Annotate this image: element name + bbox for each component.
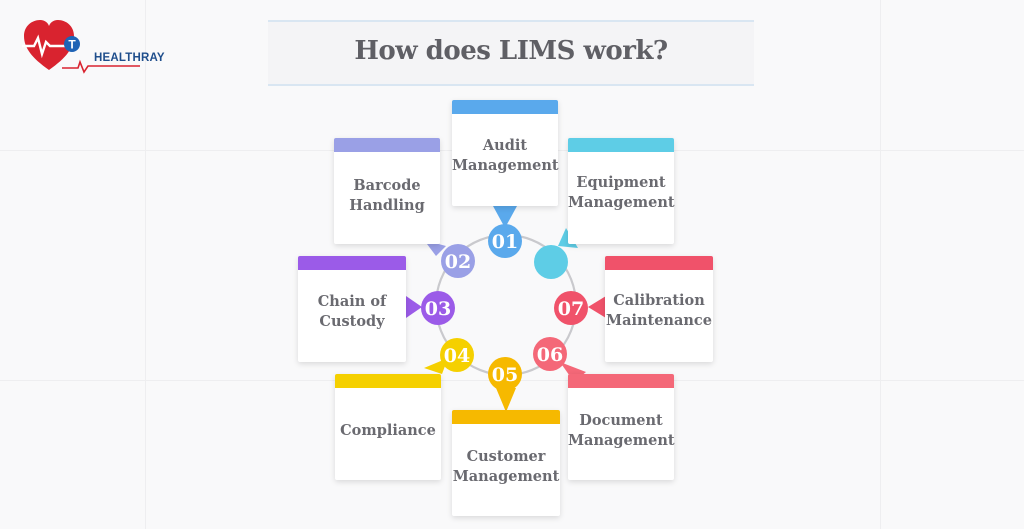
step-number-01: 01 — [488, 224, 522, 258]
lims-process-diagram: Audit Management Barcode Handling Chain … — [0, 0, 1024, 529]
svg-text:02: 02 — [445, 251, 471, 273]
step-number-08 — [534, 245, 568, 279]
svg-text:01: 01 — [492, 231, 518, 253]
step-number-02: 02 — [441, 244, 475, 278]
svg-text:04: 04 — [444, 345, 470, 367]
svg-text:05: 05 — [492, 364, 518, 386]
svg-text:07: 07 — [558, 298, 584, 320]
number-circles-svg: 01 02 03 04 05 06 07 — [421, 224, 588, 391]
step-number-06: 06 — [533, 337, 567, 371]
svg-text:06: 06 — [537, 344, 563, 366]
step-number-03: 03 — [421, 291, 455, 325]
step-number-05: 05 — [488, 357, 522, 391]
svg-text:03: 03 — [425, 298, 451, 320]
step-number-04: 04 — [440, 338, 474, 372]
step-number-07: 07 — [554, 291, 588, 325]
